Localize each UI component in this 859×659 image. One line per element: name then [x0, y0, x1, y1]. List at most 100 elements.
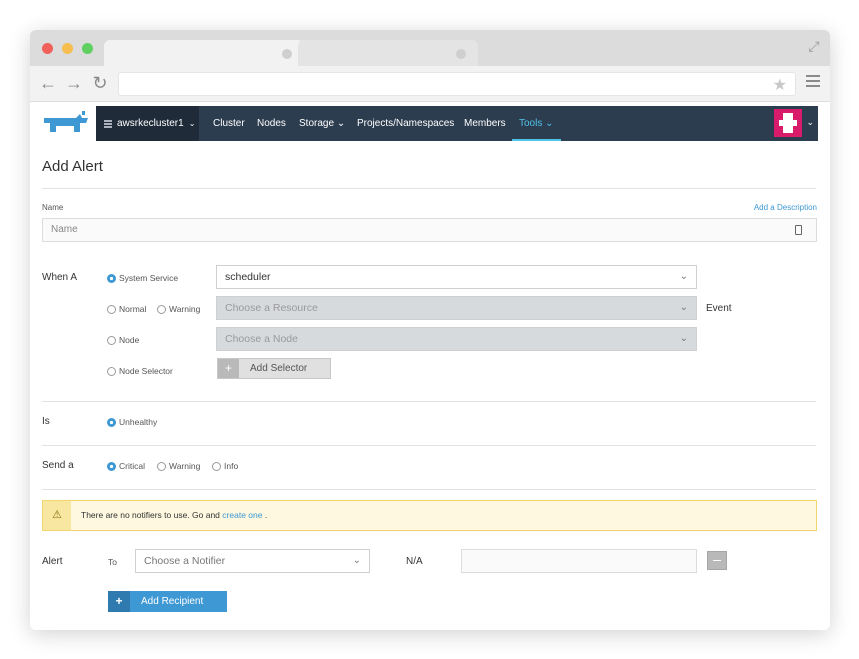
notifier-select[interactable]: Choose a Notifier ⌄: [135, 549, 370, 573]
chevron-down-icon: ⌄: [679, 302, 688, 313]
tab-close-icon[interactable]: [456, 49, 466, 59]
resource-placeholder: Choose a Resource: [225, 302, 318, 314]
service-select[interactable]: scheduler ⌄: [216, 265, 697, 289]
radio-label: Info: [224, 461, 239, 471]
close-window-dot[interactable]: [42, 43, 53, 54]
page-title: Add Alert: [42, 158, 103, 175]
radio-label: Critical: [119, 461, 145, 471]
add-recipient-button[interactable]: + Add Recipient: [108, 591, 227, 612]
chevron-down-icon: ⌄: [679, 333, 688, 344]
nav-members[interactable]: Members: [464, 106, 506, 141]
divider: [42, 401, 816, 402]
radio-label: Warning: [169, 461, 201, 471]
no-notifiers-banner: ⚠ There are no notifiers to use. Go and …: [42, 500, 817, 531]
add-selector-button[interactable]: + Add Selector: [217, 358, 331, 379]
nav-nodes[interactable]: Nodes: [257, 106, 286, 141]
back-arrow-icon[interactable]: ←: [38, 73, 58, 93]
when-label: When A: [42, 272, 78, 283]
event-label: Event: [706, 303, 732, 314]
nav-tools[interactable]: Tools ⌄: [512, 106, 561, 141]
radio-label: System Service: [119, 273, 179, 283]
divider: [42, 445, 816, 446]
radio-unselected-icon: [107, 304, 116, 314]
divider: [42, 188, 816, 189]
browser-tab-inactive[interactable]: [298, 40, 478, 68]
name-label: Name: [42, 203, 64, 212]
page-background: ⤢ ← → ↻ ★ awsrkecluster1 ⌄ Cluster Nodes…: [0, 0, 859, 659]
radio-warning-resource[interactable]: Warning: [157, 304, 200, 314]
is-label: Is: [42, 416, 50, 427]
radio-unselected-icon: [157, 304, 166, 314]
create-notifier-link[interactable]: create one: [222, 510, 262, 520]
chevron-down-icon: ⌄: [188, 119, 196, 128]
nav-cluster[interactable]: Cluster: [213, 106, 245, 141]
name-placeholder: Name: [51, 224, 78, 235]
nav-storage-label: Storage: [299, 118, 335, 129]
browser-toolbar: ← → ↻ ★: [30, 66, 830, 102]
radio-warning-severity[interactable]: Warning: [157, 461, 200, 471]
radio-unselected-icon: [107, 366, 116, 376]
address-bar[interactable]: ★: [118, 72, 796, 96]
radio-normal[interactable]: Normal: [107, 304, 146, 314]
radio-label: Unhealthy: [119, 417, 158, 427]
browser-window: ⤢ ← → ↻ ★ awsrkecluster1 ⌄ Cluster Nodes…: [30, 30, 830, 630]
radio-system-service[interactable]: System Service: [107, 273, 178, 283]
browser-menu-icon[interactable]: [806, 75, 820, 90]
name-input[interactable]: Name: [42, 218, 817, 242]
remove-recipient-button[interactable]: [707, 551, 727, 570]
fullscreen-icon[interactable]: ⤢: [806, 38, 822, 54]
node-placeholder: Choose a Node: [225, 333, 298, 345]
add-recipient-label: Add Recipient: [141, 596, 204, 607]
radio-label: Warning: [169, 304, 201, 314]
nav-storage[interactable]: Storage ⌄: [299, 106, 345, 141]
recipient-input[interactable]: [461, 549, 697, 573]
chevron-down-icon[interactable]: ⌄: [806, 117, 814, 128]
app-header: awsrkecluster1 ⌄ Cluster Nodes Storage ⌄…: [30, 102, 830, 146]
radio-unselected-icon: [212, 461, 221, 471]
radio-unselected-icon: [107, 335, 116, 345]
to-label: To: [108, 557, 117, 567]
add-description-link[interactable]: Add a Description: [754, 203, 817, 212]
radio-unselected-icon: [157, 461, 166, 471]
service-value: scheduler: [225, 271, 271, 283]
na-label: N/A: [406, 556, 423, 567]
notifier-placeholder: Choose a Notifier: [144, 555, 226, 567]
chevron-down-icon: ⌄: [336, 118, 346, 129]
chevron-down-icon: ⌄: [352, 555, 361, 566]
bookmark-star-icon[interactable]: ★: [773, 75, 787, 95]
radio-node-selector[interactable]: Node Selector: [107, 366, 173, 376]
send-label: Send a: [42, 460, 74, 471]
user-avatar[interactable]: [774, 109, 802, 137]
radio-selected-icon: [107, 417, 116, 427]
browser-tab-active[interactable]: [104, 40, 304, 68]
radio-label: Node Selector: [119, 366, 173, 376]
add-selector-label: Add Selector: [250, 363, 308, 374]
reload-icon[interactable]: ↻: [90, 73, 110, 93]
cluster-switcher[interactable]: awsrkecluster1 ⌄: [96, 106, 199, 141]
radio-info[interactable]: Info: [212, 461, 238, 471]
node-select[interactable]: Choose a Node ⌄: [216, 327, 697, 351]
plus-icon: +: [218, 359, 239, 378]
divider: [42, 489, 816, 490]
chevron-down-icon: ⌄: [679, 271, 688, 282]
maximize-window-dot[interactable]: [82, 43, 93, 54]
nav-tools-label: Tools: [519, 118, 543, 129]
radio-unhealthy[interactable]: Unhealthy: [107, 417, 157, 427]
radio-critical[interactable]: Critical: [107, 461, 145, 471]
radio-label: Node: [119, 335, 140, 345]
rancher-logo-icon[interactable]: [42, 110, 90, 136]
minimize-window-dot[interactable]: [62, 43, 73, 54]
browser-tab-bar: ⤢: [30, 30, 830, 68]
forward-arrow-icon[interactable]: →: [64, 73, 84, 93]
nav-projects-namespaces[interactable]: Projects/Namespaces: [357, 106, 454, 141]
radio-node[interactable]: Node: [107, 335, 139, 345]
tab-close-icon[interactable]: [282, 49, 292, 59]
radio-selected-icon: [107, 273, 116, 283]
resource-select[interactable]: Choose a Resource ⌄: [216, 296, 697, 320]
cluster-name: awsrkecluster1: [117, 118, 184, 129]
plus-icon: +: [108, 591, 130, 612]
input-helper-icon: [795, 225, 802, 235]
banner-text: There are no notifiers to use. Go and: [81, 510, 220, 520]
radio-label: Normal: [119, 304, 147, 314]
cluster-grid-icon: [104, 119, 112, 128]
